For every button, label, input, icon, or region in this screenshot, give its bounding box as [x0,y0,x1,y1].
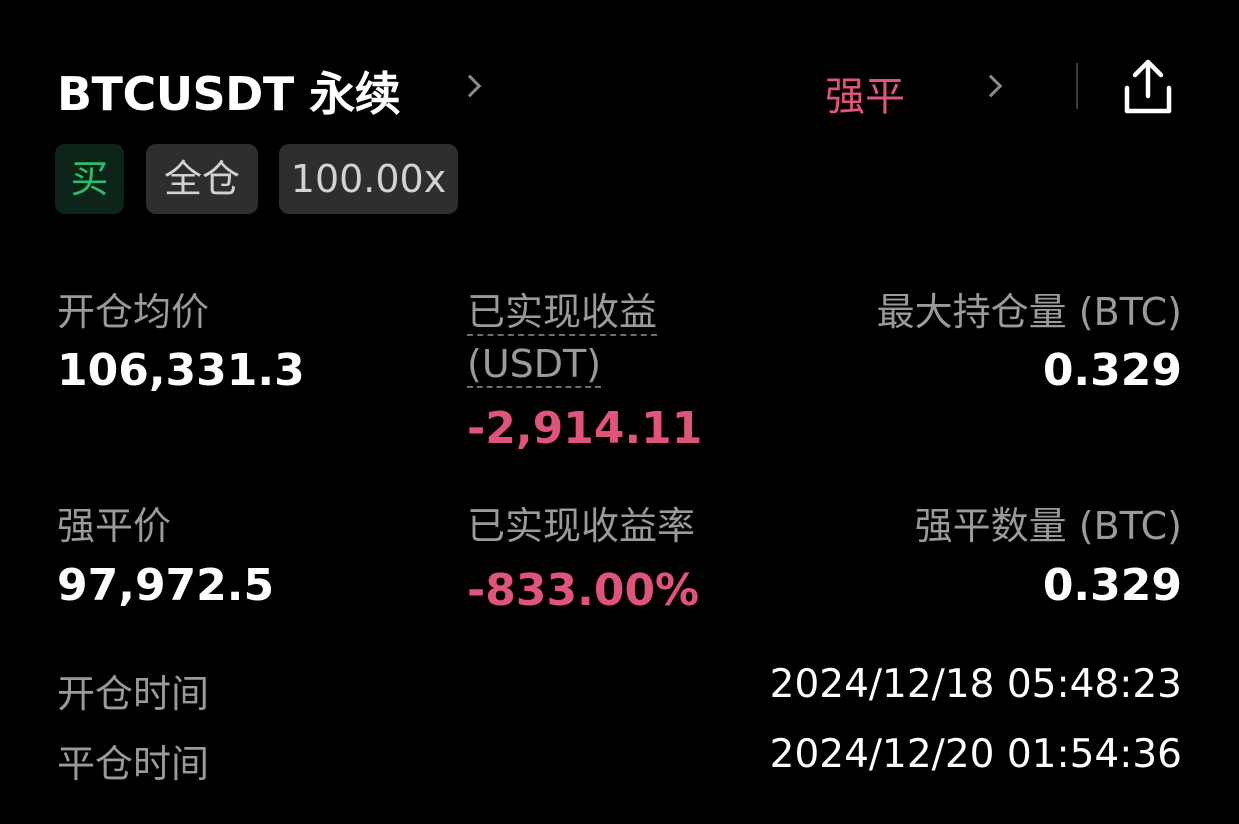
liquidation-status-tag[interactable]: 强平 [825,64,905,122]
avg-open-price-value: 106,331.3 [57,345,305,396]
header-divider [1076,63,1078,109]
margin-mode-badge: 全仓 [146,144,258,214]
liq-price-label: 强平价 [57,504,172,548]
close-time-label: 平仓时间 [57,742,210,786]
avg-open-price-label: 开仓均价 [57,290,210,334]
page-title[interactable]: BTCUSDT 永续 [57,58,401,124]
max-position-label: 最大持仓量 (BTC) [876,290,1182,334]
realized-pnl-label-line1: 已实现收益 [467,290,658,336]
open-time-label: 开仓时间 [57,672,210,716]
realized-pnl-value: -2,914.11 [467,403,703,454]
realized-pnl-rate-label: 已实现收益率 [467,504,696,548]
leverage-badge: 100.00x [279,144,458,214]
liq-quantity-value: 0.329 [1042,560,1182,611]
chevron-right-icon[interactable] [979,74,1003,98]
realized-pnl-label-line2: (USDT) [467,342,602,388]
max-position-value: 0.329 [1042,345,1182,396]
share-button[interactable] [1120,58,1176,116]
open-time-value: 2024/12/18 05:48:23 [769,662,1182,707]
side-badge: 买 [55,144,124,214]
liq-quantity-label: 强平数量 (BTC) [914,504,1182,548]
realized-pnl-label[interactable]: 已实现收益 (USDT) [467,281,658,388]
chevron-right-icon[interactable] [458,74,482,98]
realized-pnl-rate-value: -833.00% [467,565,700,616]
close-time-value: 2024/12/20 01:54:36 [769,732,1182,777]
share-icon [1124,59,1172,114]
liq-price-value: 97,972.5 [57,560,275,611]
